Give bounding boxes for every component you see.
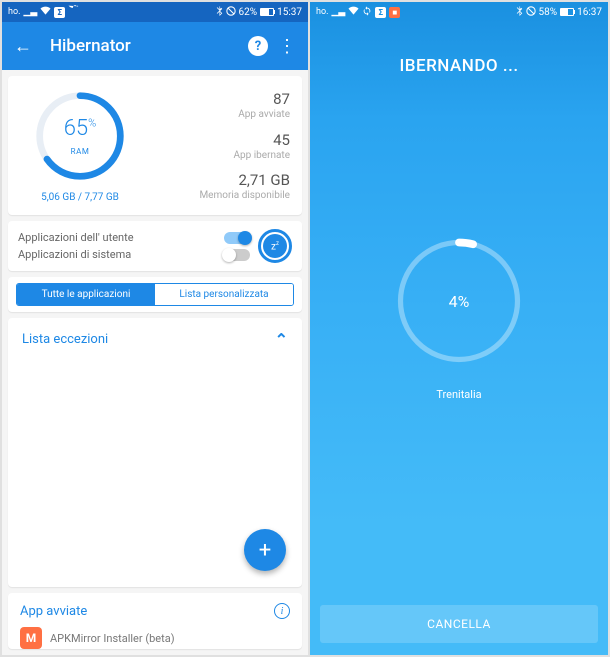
clock-label: 16:37 [577, 7, 602, 18]
tabs-card: Tutte le applicazioni Lista personalizza… [8, 277, 302, 312]
wifi-icon [40, 6, 51, 18]
bluetooth-icon [216, 5, 223, 19]
signal-icon: ▁▃ [23, 7, 37, 17]
progress-gauge: 4% [394, 236, 524, 366]
memory-free-value: 2,71 GB [140, 171, 290, 189]
sync-icon [362, 6, 372, 19]
started-apps-title: App avviate [20, 604, 87, 619]
hibernate-button[interactable]: zz [258, 229, 292, 263]
memory-free-label: Memoria disponibile [140, 190, 290, 201]
system-apps-switch[interactable] [224, 249, 250, 261]
carrier-label: ho. [8, 7, 20, 17]
stats-card: 65% RAM 5,06 GB / 7,77 GB 87 App avviate… [8, 76, 302, 215]
battery-pct-label: 62% [239, 7, 258, 18]
app-title: Hibernator [38, 36, 248, 56]
tab-custom-list[interactable]: Lista personalizzata [155, 284, 293, 305]
hibernator-main-screen: ho. ▁▃ Σ 62% 15:37 [2, 2, 310, 655]
exceptions-title: Lista eccezioni [22, 332, 108, 347]
status-bar: ho. ▁▃ Σ ■ 58% 16:37 [310, 2, 608, 22]
ram-usage-label: 5,06 GB / 7,77 GB [41, 192, 119, 203]
toggles-card: Applicazioni dell' utente Applicazioni d… [8, 221, 302, 271]
started-apps-card: App avviate i M APKMirror Installer (bet… [8, 593, 302, 649]
do-not-disturb-icon [526, 6, 536, 19]
current-app-label: Trenitalia [436, 388, 481, 401]
user-apps-label: Applicazioni dell' utente [18, 231, 134, 244]
apps-hibernated-label: App ibernate [140, 150, 290, 161]
apps-started-value: 87 [140, 90, 290, 108]
hibernating-title: IBERNANDO ... [399, 56, 518, 76]
ram-pct-value: 65 [64, 116, 88, 141]
chevron-up-icon: ⌃ [275, 330, 288, 349]
apps-hibernated-value: 45 [140, 131, 290, 149]
add-exception-fab[interactable]: + [244, 529, 286, 571]
cancel-button[interactable]: CANCELLA [320, 605, 598, 643]
help-button[interactable]: ? [248, 36, 268, 56]
notif-icon-sigma: Σ [54, 7, 65, 18]
hibernating-progress-screen: ho. ▁▃ Σ ■ 58% 16:37 [310, 2, 608, 655]
notif-icon-twitter [68, 5, 79, 19]
user-apps-switch[interactable] [224, 232, 250, 244]
app-bar: ← Hibernator ? ⋮ [2, 22, 308, 70]
carrier-label: ho. [316, 7, 328, 17]
battery-icon [260, 8, 274, 16]
tab-all-apps[interactable]: Tutte le applicazioni [17, 284, 155, 305]
progress-pct-label: 4% [394, 236, 524, 366]
notif-icon-app: ■ [389, 7, 400, 18]
clock-label: 15:37 [277, 7, 302, 18]
ram-label: RAM [71, 147, 90, 156]
status-bar: ho. ▁▃ Σ 62% 15:37 [2, 2, 308, 22]
ram-gauge: 65% RAM [32, 88, 128, 184]
signal-icon: ▁▃ [331, 7, 345, 17]
more-menu-button[interactable]: ⋮ [278, 36, 296, 57]
exceptions-header[interactable]: Lista eccezioni ⌃ [8, 318, 302, 361]
wifi-icon [348, 6, 359, 18]
app-icon: M [20, 627, 42, 649]
app-name-label: APKMirror Installer (beta) [50, 632, 175, 645]
system-apps-label: Applicazioni di sistema [18, 248, 131, 261]
do-not-disturb-icon [226, 6, 236, 19]
battery-pct-label: 58% [539, 7, 558, 18]
notif-icon-sigma: Σ [375, 7, 386, 18]
apps-started-label: App avviate [140, 109, 290, 120]
list-item[interactable]: M APKMirror Installer (beta) [20, 627, 290, 649]
info-icon[interactable]: i [274, 603, 290, 619]
bluetooth-icon [516, 5, 523, 19]
sleep-icon: zz [271, 240, 279, 252]
exceptions-card: Lista eccezioni ⌃ + [8, 318, 302, 587]
back-button[interactable]: ← [14, 36, 38, 57]
battery-icon [560, 8, 574, 16]
